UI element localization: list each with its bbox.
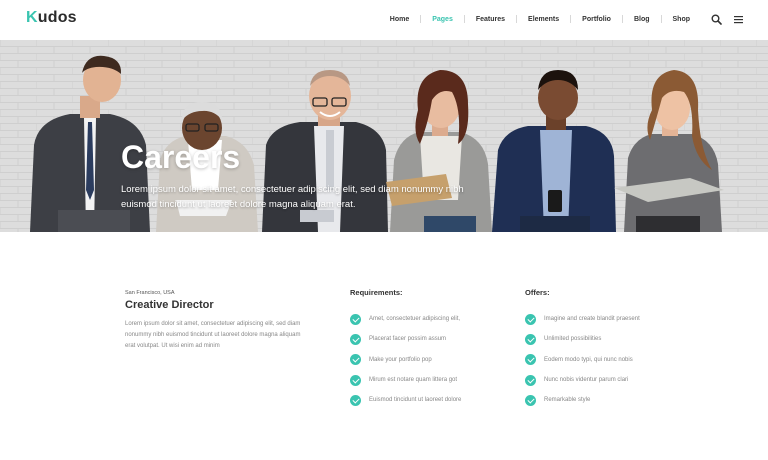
nav-divider (516, 15, 518, 23)
list-item-label: Make your portfolio pop (369, 356, 432, 363)
main-nav: Home Pages Features Elements Portfolio B… (390, 15, 690, 23)
offers-list: Imagine and create blandit praesent Unli… (525, 309, 640, 410)
list-item: Unlimited possibilities (525, 329, 640, 349)
job-title: Creative Director (125, 299, 214, 311)
list-item-label: Eodem modo typi, qui nunc nobis (544, 356, 633, 363)
check-icon (350, 333, 361, 345)
hero-description: Lorem ipsum dolor sit amet, consectetuer… (121, 184, 464, 210)
nav-item-portfolio[interactable]: Portfolio (582, 16, 611, 23)
check-icon (525, 313, 536, 325)
nav-item-home[interactable]: Home (390, 16, 409, 23)
job-summary: San Francisco, USA Creative Director Lor… (125, 290, 310, 352)
nav-divider (621, 15, 623, 23)
check-icon (350, 394, 361, 406)
requirements-title: Requirements: (350, 288, 403, 297)
check-icon (350, 374, 361, 386)
nav-divider (660, 15, 662, 23)
nav-item-blog[interactable]: Blog (634, 16, 650, 23)
list-item-label: Euismod tincidunt ut laoreet dolore (369, 397, 462, 404)
job-location: San Francisco, USA (125, 290, 175, 296)
list-item: Mirum est notare quam littera got (350, 370, 461, 390)
kudos-logo[interactable]: Kudos (26, 9, 77, 27)
menu-icon[interactable] (734, 15, 743, 24)
list-item: Nunc nobis videntur parum clari (525, 370, 640, 390)
list-item: Imagine and create blandit praesent (525, 309, 640, 329)
list-item-label: Nunc nobis videntur parum clari (544, 377, 629, 384)
list-item-label: Remarkable style (544, 397, 591, 404)
list-item: Amet, consectetuer adipiscing elit, (350, 309, 461, 329)
nav-item-elements[interactable]: Elements (528, 16, 559, 23)
list-item: Remarkable style (525, 390, 640, 410)
check-icon (525, 333, 536, 345)
check-icon (350, 313, 361, 325)
nav-item-pages[interactable]: Pages (432, 16, 453, 23)
job-description: Lorem ipsum dolor sit amet, consectetuer… (125, 321, 301, 349)
nav-item-features[interactable]: Features (476, 16, 505, 23)
nav-divider (420, 15, 422, 23)
check-icon (350, 354, 361, 366)
check-icon (525, 374, 536, 386)
list-item-label: Placerat facer possim assum (369, 336, 447, 343)
list-item-label: Unlimited possibilities (544, 336, 602, 343)
requirements-section: Requirements: Amet, consectetuer adipisc… (350, 288, 461, 410)
offers-section: Offers: Imagine and create blandit praes… (525, 288, 640, 410)
list-item-label: Amet, consectetuer adipiscing elit, (369, 316, 461, 323)
offers-title: Offers: (525, 288, 550, 297)
check-icon (525, 354, 536, 366)
list-item: Make your portfolio pop (350, 350, 461, 370)
site-header: Kudos Home Pages Features Elements Portf… (0, 0, 768, 40)
list-item-label: Imagine and create blandit praesent (544, 316, 640, 323)
requirements-list: Amet, consectetuer adipiscing elit, Plac… (350, 309, 461, 410)
hero-banner: Careers Lorem ipsum dolor sit amet, cons… (0, 40, 768, 232)
hero-title: Careers (121, 139, 241, 175)
list-item: Eodem modo typi, qui nunc nobis (525, 350, 640, 370)
list-item-label: Mirum est notare quam littera got (369, 377, 458, 384)
nav-divider (570, 15, 572, 23)
search-icon[interactable] (711, 14, 722, 25)
list-item: Euismod tincidunt ut laoreet dolore (350, 390, 461, 410)
check-icon (525, 394, 536, 406)
list-item: Placerat facer possim assum (350, 329, 461, 349)
nav-item-shop[interactable]: Shop (673, 16, 691, 23)
nav-divider (463, 15, 465, 23)
